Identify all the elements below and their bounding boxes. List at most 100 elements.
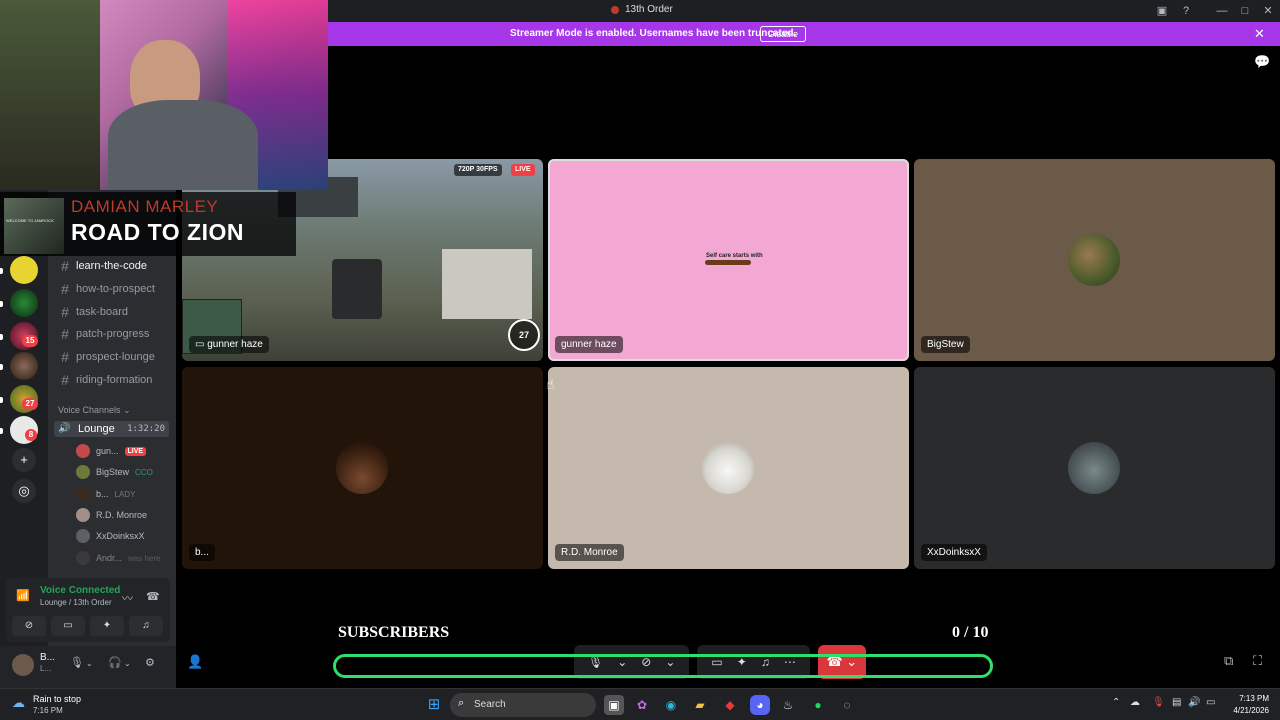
avatar [76,551,90,565]
mic-icon[interactable]: 🎙 [70,656,84,669]
close-window-button[interactable]: ✕ [1260,3,1276,19]
popout-icon[interactable]: ⧉ [1224,653,1233,669]
unread-pill [0,268,3,274]
avatar [76,465,90,479]
video-tile-avatar[interactable]: R.D. Monroe [548,367,909,569]
subscriber-goal-bar [333,654,993,678]
discord-icon[interactable]: ◕ [750,695,770,715]
speaker-icon: 🔊 [58,423,71,434]
chat-bubble-icon[interactable]: 💬 [1254,54,1270,70]
user-name: B... [40,652,56,663]
voice-user[interactable]: b... LADY [76,485,135,503]
system-clock[interactable]: 7:13 PM 4/21/2026 [1225,693,1269,717]
banner-message: Streamer Mode is enabled. Usernames have… [510,28,797,39]
channel-learn-the-code[interactable]: # learn-the-code [60,258,147,274]
volume-icon[interactable]: 🔊 [1188,697,1200,708]
tile-name: BigStew [921,336,970,353]
tile-name: gunner haze [555,336,623,353]
activities-button[interactable]: ✦ [90,616,124,636]
voice-user[interactable]: R.D. Monroe [76,506,147,524]
onedrive-icon[interactable]: ☁ [1130,697,1140,708]
tile-caption: Self care starts with [706,253,763,259]
album-art-text: WELCOME TO JAMROCK [6,218,54,223]
activity-tag: CCO [135,467,153,477]
headphones-icon[interactable]: 🎧 [108,656,122,669]
search-box[interactable]: ⌕ Search [450,693,596,717]
red-app-icon[interactable]: ◆ [720,695,740,715]
channel-riding-formation[interactable]: # riding-formation [60,372,152,388]
gear-icon[interactable]: ⚙ [145,656,155,669]
copilot-icon[interactable]: ✿ [632,695,652,715]
tile-name: R.D. Monroe [555,544,624,561]
spotify-icon[interactable]: ● [808,695,828,715]
album-art: WELCOME TO JAMROCK [4,198,64,254]
fullscreen-icon[interactable]: ⛶ [1253,653,1262,669]
voice-channel-lounge[interactable]: 🔊 Lounge 1:32:20 [54,421,169,437]
discover-icon[interactable]: ◎ [12,479,36,503]
mic-tray-icon[interactable]: 🎙 [1152,697,1165,708]
battery-icon[interactable]: ▭ [1206,697,1215,708]
add-server-icon[interactable]: + [12,448,36,472]
notification-badge: 27 [22,398,38,410]
video-tile-avatar[interactable]: XxDoinksxX [914,367,1275,569]
channel-patch-progress[interactable]: # patch-progress [60,326,149,342]
hash-icon: # [61,281,69,297]
camera-toggle-button[interactable]: ⊘ [12,616,46,636]
voice-status[interactable]: Voice Connected [40,585,120,596]
obs-icon[interactable]: ◌ [837,695,857,715]
voice-user[interactable]: Andr... was here [76,549,160,567]
file-explorer-icon[interactable]: ▰ [690,695,710,715]
channel-label: riding-formation [76,374,153,386]
noise-suppression-icon[interactable]: 〰 [122,590,133,606]
cursor-icon: ☝ [546,376,555,392]
server-icon[interactable] [10,352,38,380]
server-icon[interactable] [10,289,38,317]
windows-start-icon[interactable]: ⊞ [424,695,444,715]
server-icon [611,5,619,14]
voice-user[interactable]: gun... LIVE [76,442,147,460]
lounge-timer: 1:32:20 [127,424,165,434]
screen-share-button[interactable]: ▭ [51,616,85,636]
activity-tag: LADY [114,489,136,499]
chevron-down-icon[interactable]: ⌄ [86,659,93,668]
webcam-person-body [108,100,258,190]
video-tile-avatar[interactable]: b... [182,367,543,569]
channel-label: patch-progress [76,328,150,340]
avatar [76,508,90,522]
maximize-button[interactable]: □ [1237,3,1253,19]
voice-user-name: Andr... [96,553,123,563]
server-icon[interactable] [10,256,38,284]
voice-user[interactable]: BigStew CCO [76,463,153,481]
inbox-icon[interactable]: ▣ [1154,3,1170,19]
voice-user-name: BigStew [96,467,130,477]
video-tile-camera[interactable]: Self care starts with gunner haze [548,159,909,361]
subscriber-goal-count: 0 / 10 [952,624,989,641]
steam-icon[interactable]: ♨ [778,695,798,715]
chevron-down-icon[interactable]: ⌄ [124,659,131,668]
channel-how-to-prospect[interactable]: # how-to-prospect [60,281,155,297]
voice-location[interactable]: Lounge / 13th Order [40,598,112,607]
disconnect-icon[interactable]: ☎ [146,590,160,603]
edge-icon[interactable]: ◉ [661,695,681,715]
soundboard-button[interactable]: ♫ [129,616,163,636]
network-icon[interactable]: ▤ [1172,697,1181,708]
invite-user-icon[interactable]: 👤 [187,654,203,670]
channel-label: task-board [76,306,128,318]
task-view-icon[interactable]: ▣ [604,695,624,715]
avatar[interactable] [12,654,34,676]
voice-header-label: Voice Channels [58,405,121,415]
user-panel: B... L... 🎙 ⌄ 🎧 ⌄ ⚙ [0,646,176,688]
tile-name: b... [189,544,215,561]
channel-task-board[interactable]: # task-board [60,304,128,320]
window-title: 13th Order [611,4,673,15]
channel-prospect-lounge[interactable]: # prospect-lounge [60,349,155,365]
disable-button[interactable]: Disable [760,26,807,42]
voice-channels-header[interactable]: Voice Channels ⌄ [58,405,131,416]
minimize-button[interactable]: — [1214,3,1230,19]
voice-user[interactable]: XxDoinksxX [76,527,145,545]
close-banner-icon[interactable]: ✕ [1254,26,1265,42]
help-icon[interactable]: ? [1178,3,1194,19]
chevron-up-icon[interactable]: ⌃ [1112,697,1120,708]
video-tile-avatar[interactable]: BigStew [914,159,1275,361]
webcam-wall [0,0,100,190]
